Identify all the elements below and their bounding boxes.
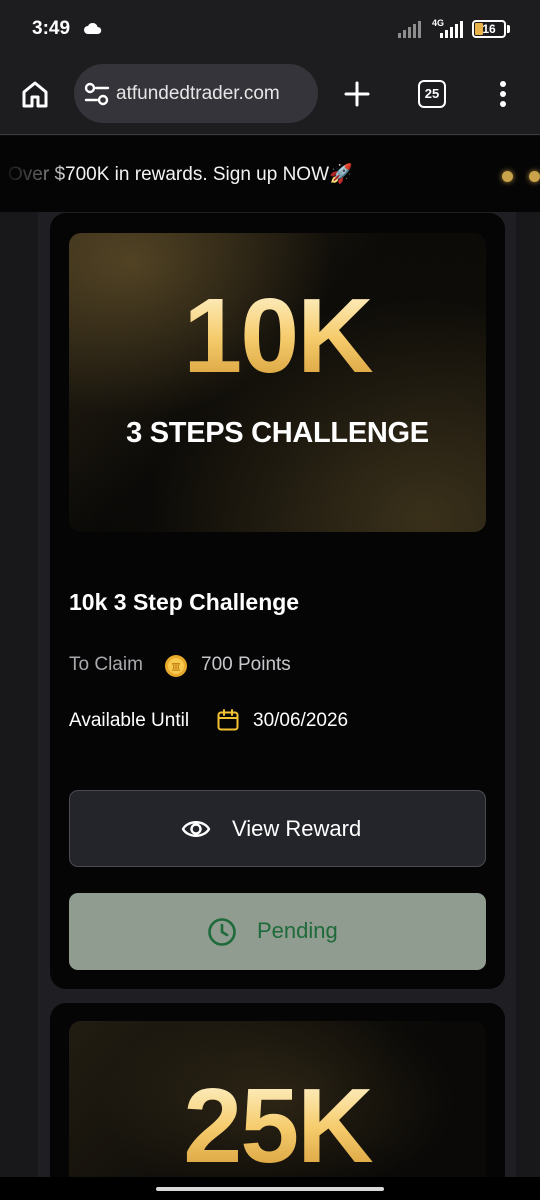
reward-card: 10K 3 STEPS CHALLENGE 10k 3 Step Challen… — [50, 213, 505, 989]
hero-amount: 25K — [69, 1071, 486, 1181]
url-text: atfundedtrader.com — [116, 83, 280, 104]
reward-hero-image: 10K 3 STEPS CHALLENGE — [69, 233, 486, 532]
battery-level: 16 — [482, 22, 496, 36]
signal-strength-icon — [440, 21, 463, 38]
banner-dot — [529, 171, 540, 182]
view-reward-button[interactable]: View Reward — [69, 790, 486, 867]
status-bar: 3:49 4G 16 — [0, 0, 540, 60]
coin-icon — [165, 655, 187, 677]
eye-icon — [181, 821, 211, 837]
reward-title: 10k 3 Step Challenge — [69, 589, 300, 615]
promo-banner[interactable]: Over $700K in rewards. Sign up NOW🚀 — [0, 136, 540, 212]
available-until-date: 30/06/2026 — [253, 710, 349, 731]
gesture-nav-bar — [0, 1177, 540, 1200]
home-icon[interactable] — [20, 79, 50, 109]
available-until-label: Available Until — [69, 710, 190, 731]
claim-label: To Claim — [69, 654, 143, 675]
view-reward-label: View Reward — [232, 816, 362, 841]
hero-subtitle: 3 STEPS CHALLENGE — [126, 417, 429, 449]
points-value: 700 Points — [201, 654, 291, 675]
more-menu-icon[interactable] — [498, 80, 508, 108]
reward-hero-image: 25K — [69, 1021, 486, 1200]
home-gesture-handle[interactable] — [156, 1187, 384, 1191]
reward-card: 25K — [50, 1003, 505, 1200]
hero-amount: 10K — [69, 281, 486, 391]
new-tab-plus-icon[interactable] — [343, 80, 371, 108]
tab-switcher-button[interactable]: 25 — [418, 80, 446, 108]
pending-status-button[interactable]: Pending — [69, 893, 486, 970]
battery-icon: 16 — [472, 20, 506, 38]
banner-dot — [502, 171, 513, 182]
browser-toolbar: atfundedtrader.com 25 — [0, 60, 540, 135]
calendar-icon — [217, 709, 239, 731]
clock-icon — [208, 918, 236, 946]
signal-strength-icon — [398, 21, 421, 38]
cloud-icon — [84, 22, 102, 34]
pending-label: Pending — [257, 918, 338, 943]
site-settings-icon[interactable] — [84, 82, 110, 106]
address-bar[interactable]: atfundedtrader.com — [74, 64, 318, 123]
status-time: 3:49 — [32, 18, 71, 39]
